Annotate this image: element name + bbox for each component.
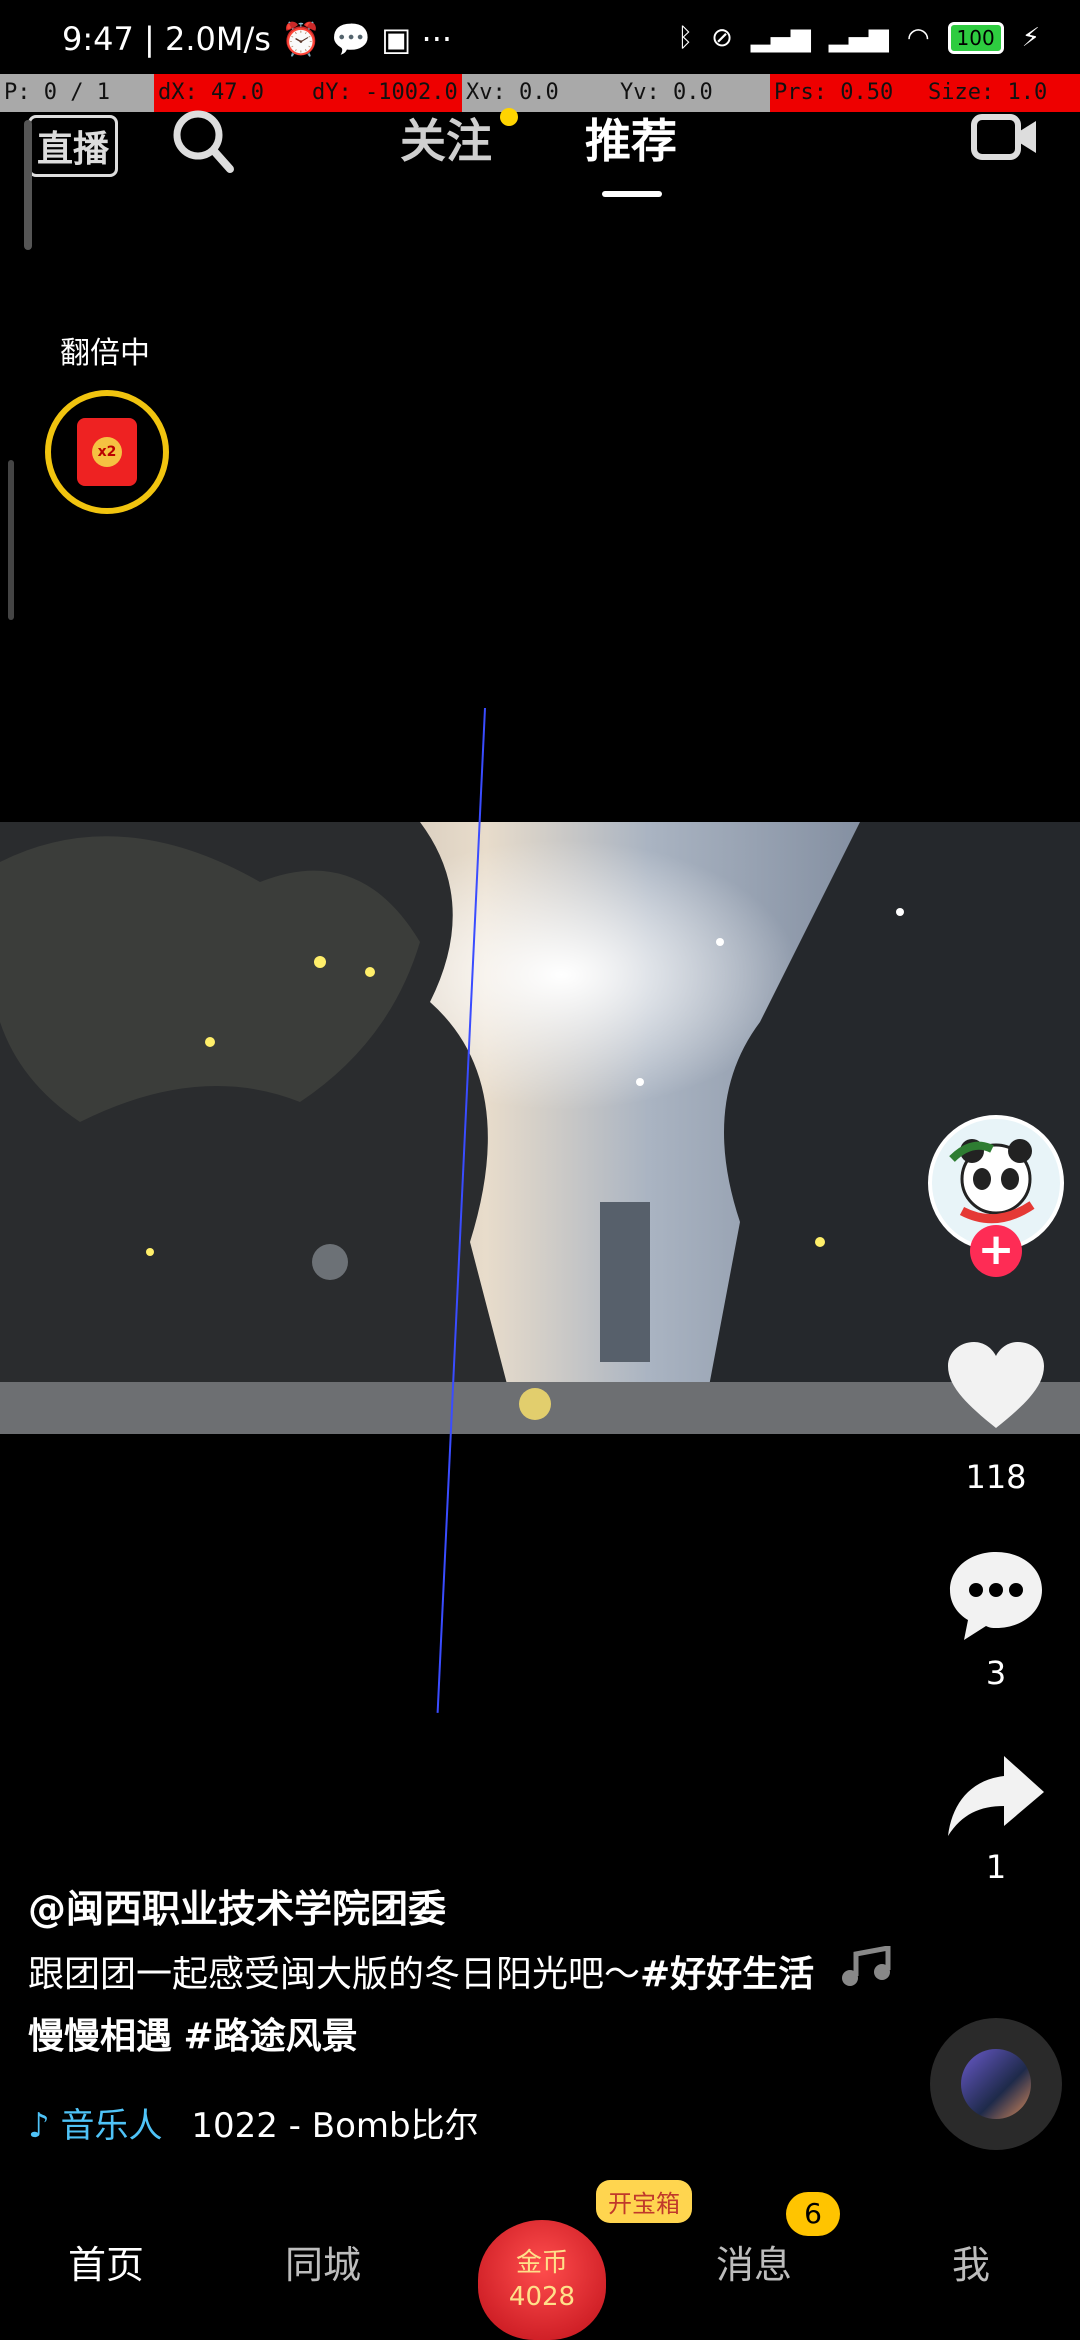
reward-multiplier: x2 <box>92 437 122 467</box>
tab-follow[interactable]: 关注 <box>400 105 492 171</box>
bluetooth-icon: ᛒ <box>677 23 694 53</box>
nav-me[interactable]: 我 <box>952 2234 990 2289</box>
signal2-icon: ▂▄▆ <box>828 23 889 53</box>
follow-new-dot <box>500 108 518 126</box>
music-label: 音乐人 <box>60 2106 163 2146</box>
nav-messages[interactable]: 消息 <box>716 2234 792 2289</box>
side-scroll-indicator <box>8 460 14 620</box>
video-caption: 跟团团一起感受闽大版的冬日阳光吧～#好好生活慢慢相遇 #路途风景 <box>28 1944 818 2068</box>
red-packet-icon: x2 <box>77 418 137 486</box>
charging-icon: ⚡ <box>1021 23 1040 53</box>
coin-bag-button[interactable]: 金币 4028 <box>478 2220 606 2340</box>
video-player[interactable] <box>0 822 1080 1434</box>
messages-badge: 6 <box>786 2192 840 2236</box>
music-notes-icon <box>842 1946 891 1986</box>
nfc-icon: ⊘ <box>711 23 733 53</box>
music-info[interactable]: ♪ 音乐人 1022 - Bomb比尔 <box>28 2098 479 2147</box>
status-bar: 9:47 | 2.0M/s ⏰ 💬 ▣ ··· ᛒ ⊘ ▂▄▆ ▂▄▆ ◠ 10… <box>0 0 1080 80</box>
music-note-icon: ♪ <box>28 2106 50 2146</box>
nav-local[interactable]: 同城 <box>285 2234 361 2289</box>
side-handle <box>24 120 32 250</box>
live-button[interactable]: 直播 <box>28 115 119 177</box>
like-heart-icon[interactable] <box>946 1340 1046 1432</box>
follow-button[interactable]: + <box>970 1225 1022 1277</box>
more-dots-icon: ··· <box>421 20 453 58</box>
battery-icon: 100 <box>947 22 1004 54</box>
top-navigation: 直播 关注 推荐 <box>0 95 1080 215</box>
status-time: 9:47 <box>62 20 134 58</box>
caption-text: 跟团团一起感受闽大版的冬日阳光吧～ <box>28 1954 641 1995</box>
search-icon[interactable] <box>170 107 236 177</box>
signal-icon: ▂▄▆ <box>750 23 811 53</box>
comment-count: 3 <box>985 1654 1007 1692</box>
open-chest-tag[interactable]: 开宝箱 <box>596 2180 692 2223</box>
reward-label: 翻倍中 <box>60 336 150 371</box>
status-right-icons: ᛒ ⊘ ▂▄▆ ▂▄▆ ◠ 100 ⚡ <box>677 22 1040 54</box>
tab-recommend[interactable]: 推荐 <box>585 105 677 171</box>
alarm-icon: ⏰ <box>281 20 321 58</box>
video-frame-image <box>0 822 1080 1434</box>
nav-home[interactable]: 首页 <box>68 2234 144 2289</box>
wifi-icon: ◠ <box>906 23 930 53</box>
status-time-speed: 9:47 | 2.0M/s ⏰ 💬 ▣ ··· <box>62 20 453 58</box>
share-count: 1 <box>985 1848 1007 1886</box>
tab-active-indicator <box>602 191 662 197</box>
author-name[interactable]: @闽西职业技术学院团委 <box>28 1878 446 1933</box>
share-arrow-icon[interactable] <box>946 1754 1046 1838</box>
comment-bubble-icon[interactable] <box>946 1548 1046 1644</box>
coin-label: 金币 <box>515 2248 568 2278</box>
bottom-navigation: 首页 同城 开宝箱 金币 4028 消息 6 我 <box>0 2180 1080 2340</box>
music-title: 1022 - Bomb比尔 <box>191 2106 479 2146</box>
hashtag-link[interactable]: #路途风景 <box>183 2016 357 2057</box>
camera-icon[interactable] <box>970 109 1040 165</box>
status-network-speed: 2.0M/s <box>164 20 271 58</box>
coin-value: 4028 <box>508 2282 576 2312</box>
message-icon: ▣ <box>381 20 412 58</box>
music-disc[interactable] <box>930 2018 1062 2150</box>
wechat-icon: 💬 <box>331 20 371 58</box>
like-count: 118 <box>965 1458 1027 1496</box>
music-cover-image <box>961 2049 1031 2119</box>
reward-red-packet[interactable]: x2 <box>45 390 169 514</box>
